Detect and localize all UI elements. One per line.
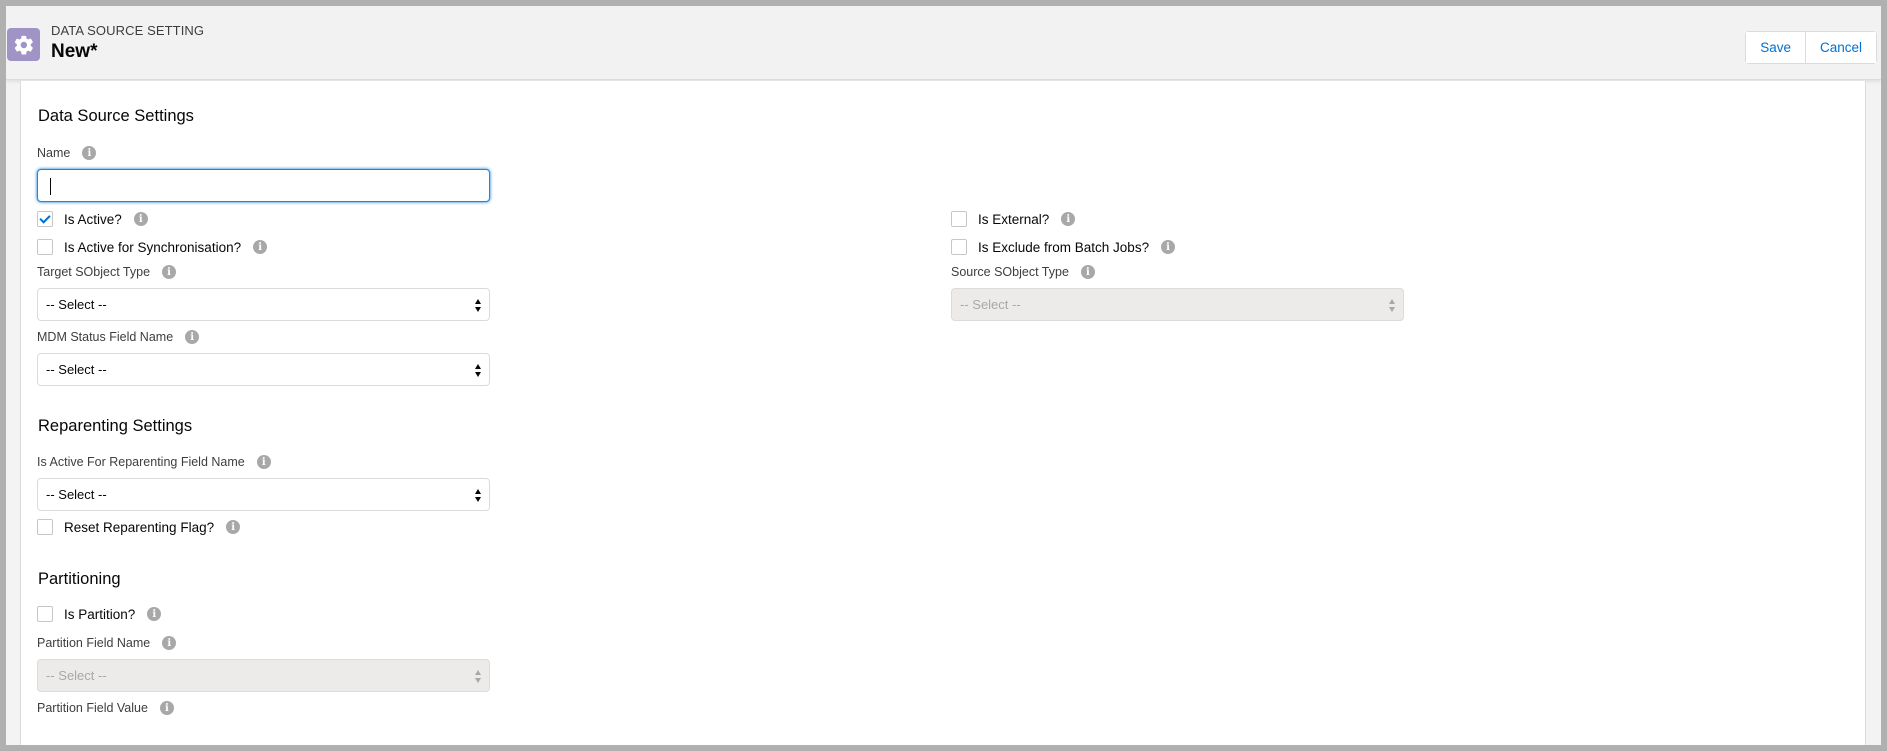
target-sobject-label: Target SObject Type i xyxy=(37,265,177,279)
info-icon[interactable]: i xyxy=(1080,265,1095,279)
partition-field-value-label-text: Partition Field Value xyxy=(37,701,148,715)
mdm-status-label: MDM Status Field Name i xyxy=(37,330,200,344)
source-sobject-label-text: Source SObject Type xyxy=(951,265,1069,279)
is-active-sync-checkbox-row[interactable]: Is Active for Synchronisation? i xyxy=(37,239,268,255)
info-icon[interactable]: i xyxy=(226,520,241,534)
is-active-checkbox[interactable] xyxy=(37,211,53,227)
is-external-checkbox[interactable] xyxy=(951,211,967,227)
target-sobject-select[interactable]: -- Select -- xyxy=(37,288,490,321)
info-icon[interactable]: i xyxy=(1061,212,1076,226)
reset-reparenting-checkbox-row[interactable]: Reset Reparenting Flag? i xyxy=(37,519,241,535)
section-title-data-source: Data Source Settings xyxy=(38,107,194,125)
section-title-reparenting: Reparenting Settings xyxy=(38,417,193,435)
target-sobject-value: -- Select -- xyxy=(46,297,107,312)
is-external-label: Is External? xyxy=(978,211,1050,227)
mdm-status-label-text: MDM Status Field Name xyxy=(37,330,174,344)
form-body: Data Source Settings Name i Is Active? i… xyxy=(20,81,1866,745)
mdm-status-select[interactable]: -- Select -- xyxy=(37,353,490,386)
partition-field-name-label-text: Partition Field Name xyxy=(37,636,151,650)
select-arrows-icon xyxy=(473,485,483,505)
is-exclude-batch-checkbox-row[interactable]: Is Exclude from Batch Jobs? i xyxy=(951,239,1176,255)
mdm-status-value: -- Select -- xyxy=(46,362,107,377)
partition-field-name-select: -- Select -- xyxy=(37,659,490,692)
object-label: DATA SOURCE SETTING xyxy=(51,23,205,38)
reparenting-field-value: -- Select -- xyxy=(46,487,107,502)
cancel-button[interactable]: Cancel xyxy=(1804,32,1876,63)
select-arrows-icon xyxy=(1387,295,1397,315)
select-arrows-icon xyxy=(473,666,483,686)
source-sobject-select: -- Select -- xyxy=(951,288,1404,321)
is-partition-checkbox[interactable] xyxy=(37,606,53,622)
page-header: DATA SOURCE SETTING New* Save Cancel xyxy=(6,6,1881,80)
source-sobject-value: -- Select -- xyxy=(960,297,1021,312)
header-button-group: Save Cancel xyxy=(1745,31,1877,64)
info-icon[interactable]: i xyxy=(82,146,97,160)
reparenting-field-label-text: Is Active For Reparenting Field Name xyxy=(37,455,245,469)
reset-reparenting-label: Reset Reparenting Flag? xyxy=(64,519,215,535)
source-sobject-label: Source SObject Type i xyxy=(951,265,1095,279)
reparenting-field-label: Is Active For Reparenting Field Name i xyxy=(37,455,271,469)
partition-field-name-label: Partition Field Name i xyxy=(37,636,177,650)
text-cursor xyxy=(50,178,51,195)
info-icon[interactable]: i xyxy=(253,240,268,254)
name-label-text: Name xyxy=(37,146,71,160)
info-icon[interactable]: i xyxy=(133,212,148,226)
page-title: New* xyxy=(51,41,98,62)
reset-reparenting-checkbox[interactable] xyxy=(37,519,53,535)
info-icon[interactable]: i xyxy=(185,330,200,344)
is-active-checkbox-row[interactable]: Is Active? i xyxy=(37,211,148,227)
partition-field-name-value: -- Select -- xyxy=(46,668,107,683)
gear-icon xyxy=(7,28,40,61)
is-active-sync-label: Is Active for Synchronisation? xyxy=(64,239,242,255)
is-external-checkbox-row[interactable]: Is External? i xyxy=(951,211,1076,227)
info-icon[interactable]: i xyxy=(256,455,271,469)
section-title-partitioning: Partitioning xyxy=(38,570,121,588)
info-icon[interactable]: i xyxy=(162,636,177,650)
name-input[interactable] xyxy=(37,169,490,202)
is-partition-label: Is Partition? xyxy=(64,606,136,622)
is-exclude-batch-checkbox[interactable] xyxy=(951,239,967,255)
info-icon[interactable]: i xyxy=(162,265,177,279)
save-button[interactable]: Save xyxy=(1746,32,1805,63)
info-icon[interactable]: i xyxy=(147,607,162,621)
target-sobject-label-text: Target SObject Type xyxy=(37,265,151,279)
name-label: Name i xyxy=(37,146,97,160)
info-icon[interactable]: i xyxy=(1161,240,1176,254)
is-active-label: Is Active? xyxy=(64,211,122,227)
modal-frame: DATA SOURCE SETTING New* Save Cancel Dat… xyxy=(6,6,1881,745)
is-partition-checkbox-row[interactable]: Is Partition? i xyxy=(37,606,162,622)
reparenting-field-select[interactable]: -- Select -- xyxy=(37,478,490,511)
select-arrows-icon xyxy=(473,360,483,380)
partition-field-value-label: Partition Field Value i xyxy=(37,701,174,715)
is-exclude-batch-label: Is Exclude from Batch Jobs? xyxy=(978,239,1150,255)
info-icon[interactable]: i xyxy=(159,701,174,715)
select-arrows-icon xyxy=(473,295,483,315)
is-active-sync-checkbox[interactable] xyxy=(37,239,53,255)
